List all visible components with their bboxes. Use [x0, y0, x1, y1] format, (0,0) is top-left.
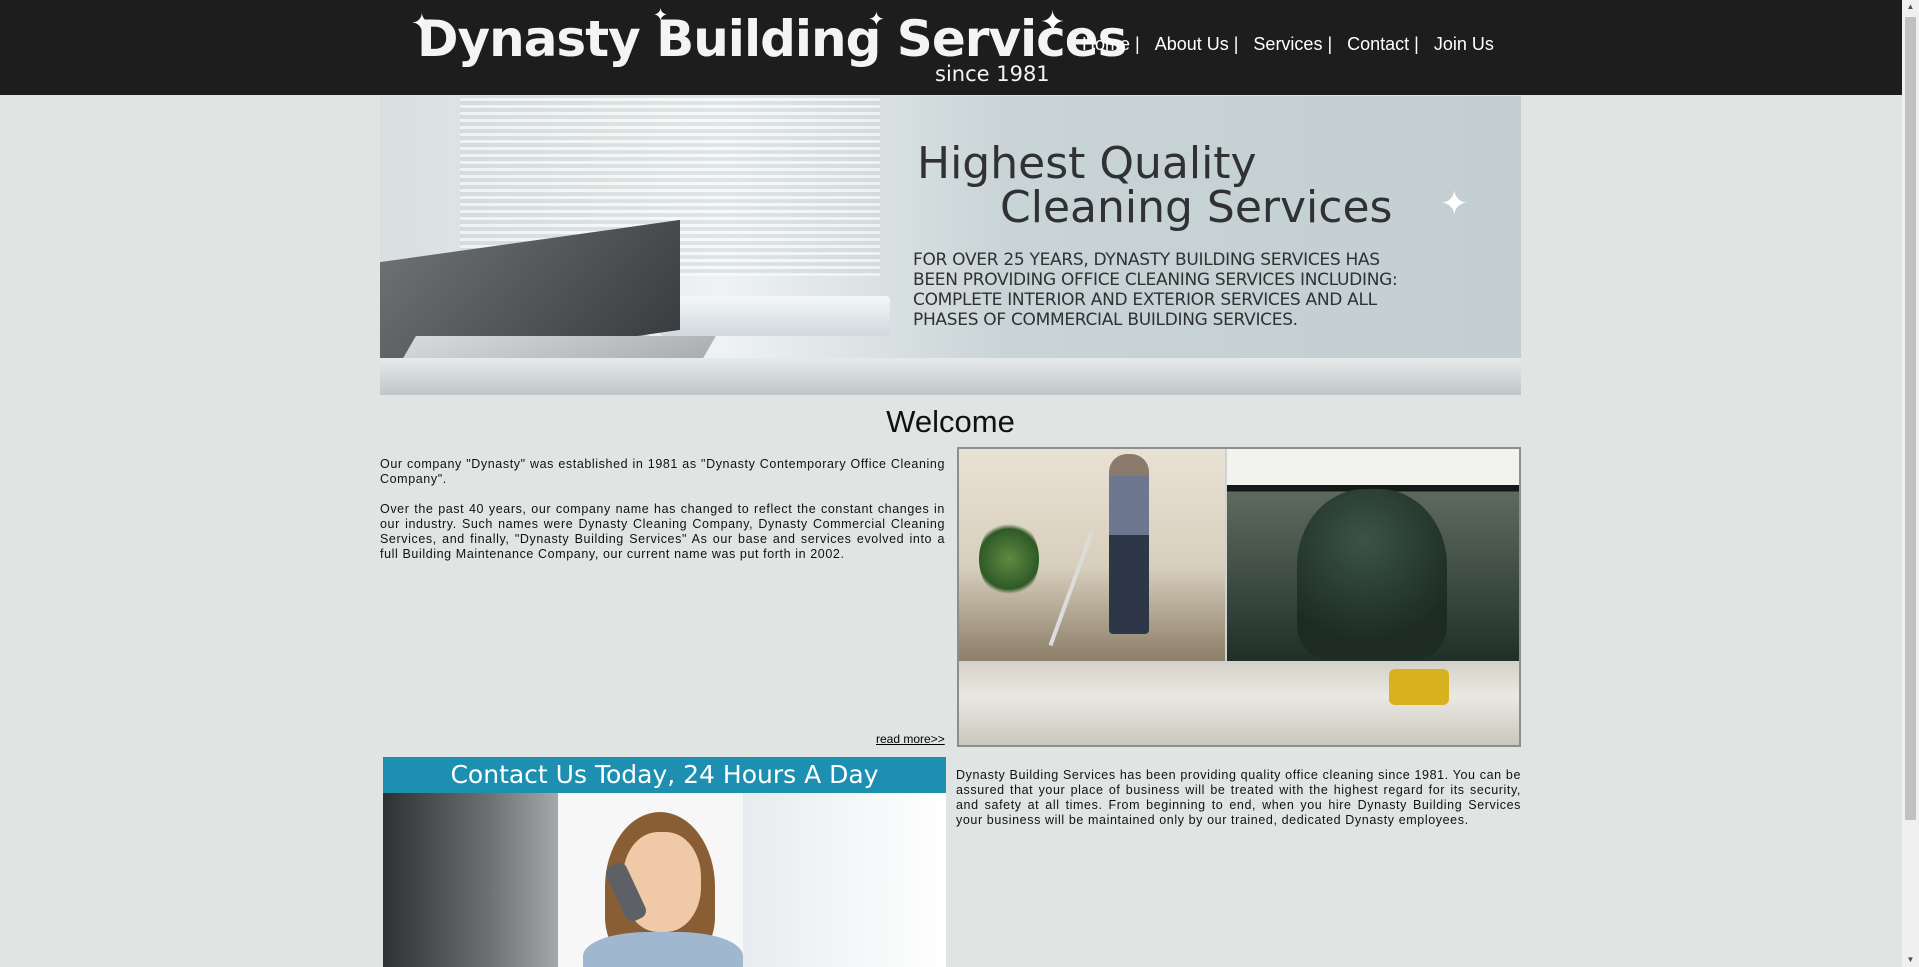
photo-window-cleaning — [1227, 449, 1519, 661]
scroll-down-icon[interactable]: ▼ — [1902, 953, 1919, 967]
nav-home[interactable]: Home | — [1082, 34, 1140, 55]
cleaning-photo-collage — [957, 447, 1521, 747]
contact-us-image[interactable]: Contact Us Today, 24 Hours A Day — [383, 757, 946, 967]
nav-join-us[interactable]: Join Us — [1434, 34, 1494, 55]
contact-window — [743, 793, 946, 967]
logo-name: Dynasty Building Services — [417, 10, 1127, 68]
intro-text: Our company "Dynasty" was established in… — [380, 457, 945, 577]
photo-worker — [1297, 489, 1447, 659]
hero-banner: Highest Quality Cleaning Services ✦ FOR … — [380, 96, 1521, 395]
quality-paragraph: Dynasty Building Services has been provi… — [956, 768, 1521, 827]
hero-desk — [380, 358, 1521, 395]
main-nav: Home | About Us | Services | Contact | J… — [1082, 34, 1494, 55]
site-header: ✦ ✦ ✦ ✦ Dynasty Building Services since … — [0, 0, 1902, 95]
hero-blurb-line: COMPLETE INTERIOR AND EXTERIOR SERVICES … — [913, 290, 1377, 310]
photo-vacuuming — [959, 449, 1225, 661]
hero-blurb-line: FOR OVER 25 YEARS, DYNASTY BUILDING SERV… — [913, 250, 1380, 270]
scrollbar-thumb[interactable] — [1905, 17, 1916, 820]
logo-since: since 1981 — [935, 62, 1050, 86]
contact-banner: Contact Us Today, 24 Hours A Day — [383, 757, 946, 793]
photo-vacuum-wand — [1048, 531, 1094, 647]
intro-paragraph: Our company "Dynasty" was established in… — [380, 457, 945, 486]
intro-paragraph: Over the past 40 years, our company name… — [380, 502, 945, 561]
contact-monitor — [383, 793, 558, 967]
photo-plant — [979, 519, 1039, 599]
hero-title-line2: Cleaning Services — [1000, 182, 1393, 233]
vertical-scrollbar[interactable]: ▲ ▼ — [1902, 0, 1919, 967]
scroll-up-icon[interactable]: ▲ — [1902, 0, 1919, 14]
hero-blurb: FOR OVER 25 YEARS, DYNASTY BUILDING SERV… — [913, 250, 1473, 330]
photo-bucket — [1389, 669, 1449, 705]
hero-blurb-line: PHASES OF COMMERCIAL BUILDING SERVICES. — [913, 310, 1298, 330]
site-logo[interactable]: ✦ ✦ ✦ ✦ Dynasty Building Services since … — [411, 4, 1127, 90]
hero-blurb-line: BEEN PROVIDING OFFICE CLEANING SERVICES … — [913, 270, 1398, 290]
hero-binder — [660, 296, 890, 336]
nav-contact[interactable]: Contact | — [1347, 34, 1419, 55]
contact-woman-sweater — [583, 932, 743, 967]
sparkle-icon: ✦ — [1440, 185, 1469, 223]
read-more-link[interactable]: read more>> — [876, 732, 945, 746]
photo-worker — [1109, 454, 1149, 634]
photo-mopping — [959, 663, 1519, 745]
nav-services[interactable]: Services | — [1253, 34, 1332, 55]
nav-about-us[interactable]: About Us | — [1155, 34, 1239, 55]
quality-text: Dynasty Building Services has been provi… — [956, 768, 1521, 828]
welcome-heading: Welcome — [886, 404, 1015, 439]
